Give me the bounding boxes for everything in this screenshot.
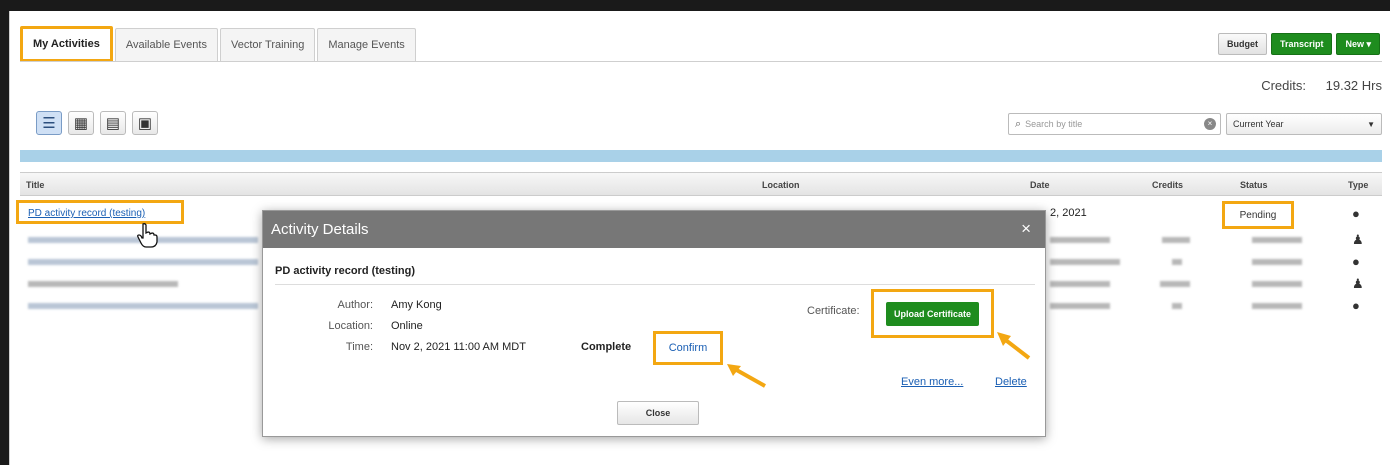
upload-arrow-icon (997, 332, 1031, 360)
col-title[interactable]: Title (26, 180, 44, 190)
event-type-icon: ● (1352, 298, 1360, 313)
event-type-icon: ● (1352, 206, 1360, 221)
blurred-text (1050, 281, 1110, 287)
location-value: Online (391, 320, 423, 332)
delete-link[interactable]: Delete (995, 376, 1027, 388)
blurred-text (1160, 281, 1190, 287)
calendar-month-icon[interactable]: ▦ (68, 111, 94, 135)
col-type[interactable]: Type (1348, 180, 1368, 190)
time-label: Time: (345, 341, 373, 353)
col-location[interactable]: Location (762, 180, 800, 190)
author-value: Amy Kong (391, 299, 442, 311)
new-button[interactable]: New ▾ (1336, 33, 1380, 55)
table-header: Title Location Date Credits Status Type (20, 172, 1382, 196)
blurred-text (1252, 259, 1302, 265)
clear-search-icon[interactable]: × (1204, 118, 1216, 130)
blurred-text (28, 303, 258, 309)
blurred-text (1172, 259, 1182, 265)
col-date[interactable]: Date (1030, 180, 1050, 190)
credits-value: 19.32 Hrs (1325, 78, 1382, 93)
calendar-day-icon[interactable]: ▣ (132, 111, 158, 135)
blurred-text (28, 281, 178, 287)
credits-summary: Credits: 19.32 Hrs (1261, 78, 1382, 93)
calendar-week-icon[interactable]: ▤ (100, 111, 126, 135)
completion-status: Complete (581, 341, 632, 353)
credits-label: Credits: (1261, 78, 1306, 93)
person-icon: ♟ (1352, 232, 1364, 247)
dialog-divider (275, 284, 1035, 285)
row-date: 2, 2021 (1050, 207, 1087, 219)
blurred-text (1252, 237, 1302, 243)
year-filter-select[interactable]: Current Year ▼ (1226, 113, 1382, 135)
col-status[interactable]: Status (1240, 180, 1268, 190)
tab-bar: My Activities Available Events Vector Tr… (20, 26, 418, 64)
confirm-arrow-icon (727, 364, 766, 388)
blurred-text (1252, 281, 1302, 287)
blurred-text (1162, 237, 1190, 243)
even-more-link[interactable]: Even more... (901, 376, 963, 388)
activity-name: PD activity record (testing) (275, 265, 415, 277)
activity-details-dialog: Activity Details × PD activity record (t… (262, 210, 1046, 437)
view-switcher: ☰ ▦ ▤ ▣ (36, 111, 158, 135)
chevron-down-icon: ▼ (1367, 120, 1375, 129)
blurred-text (1050, 237, 1110, 243)
info-band (20, 150, 1382, 162)
search-placeholder: Search by title (1025, 119, 1083, 129)
status-badge: Pending (1222, 201, 1294, 229)
top-actions: Budget Transcript New ▾ (1217, 33, 1380, 55)
tab-manage-events[interactable]: Manage Events (317, 28, 416, 61)
person-icon: ♟ (1352, 276, 1364, 291)
location-label: Location: (328, 320, 373, 332)
activity-title-link[interactable]: PD activity record (testing) (28, 208, 145, 219)
time-value: Nov 2, 2021 11:00 AM MDT (391, 341, 526, 353)
dialog-title: Activity Details (271, 221, 369, 238)
blurred-text (1172, 303, 1182, 309)
event-type-icon: ● (1352, 254, 1360, 269)
upload-certificate-button[interactable]: Upload Certificate (885, 301, 979, 326)
blurred-text (1050, 259, 1120, 265)
col-credits[interactable]: Credits (1152, 180, 1183, 190)
close-button[interactable]: Close (617, 401, 699, 425)
blurred-text (28, 259, 258, 265)
search-icon: ⌕ (1015, 117, 1022, 130)
tab-available-events[interactable]: Available Events (114, 28, 218, 61)
transcript-button[interactable]: Transcript (1270, 33, 1333, 55)
blurred-text (1050, 303, 1110, 309)
blurred-text (1252, 303, 1302, 309)
year-filter-value: Current Year (1233, 119, 1284, 129)
tab-vector-training[interactable]: Vector Training (219, 28, 316, 61)
hand-cursor-icon (136, 222, 158, 253)
dialog-header: Activity Details × (263, 211, 1045, 248)
certificate-label: Certificate: (807, 305, 860, 317)
budget-button[interactable]: Budget (1217, 33, 1267, 55)
tab-my-activities[interactable]: My Activities (20, 26, 113, 62)
confirm-link[interactable]: Confirm (653, 331, 723, 365)
list-view-icon[interactable]: ☰ (36, 111, 62, 135)
close-icon[interactable]: × (1021, 219, 1031, 239)
search-input[interactable]: ⌕ Search by title × (1008, 113, 1221, 135)
author-label: Author: (337, 299, 373, 311)
tab-divider (20, 61, 1382, 62)
upload-highlight: Upload Certificate (871, 289, 994, 338)
